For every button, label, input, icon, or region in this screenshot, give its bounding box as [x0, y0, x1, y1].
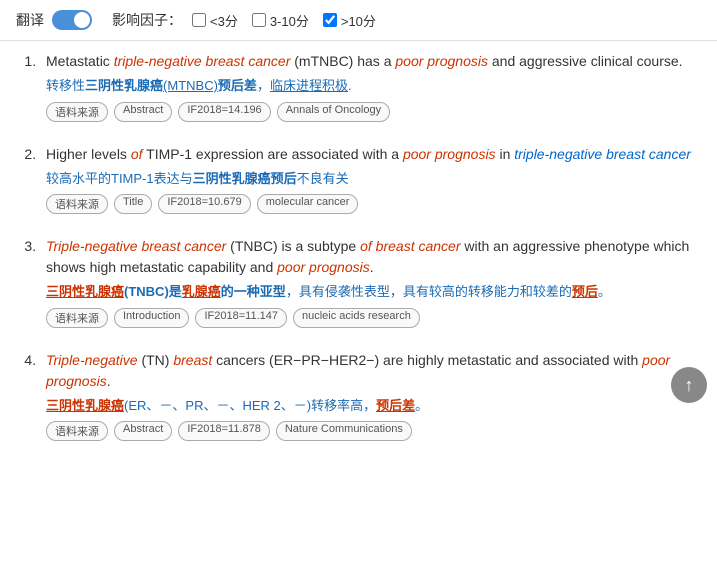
tag-abstract-4: Abstract	[114, 421, 172, 441]
filter-3-10-item: 3-10分	[252, 11, 309, 30]
tag-source-4: 语料来源	[46, 421, 108, 441]
zh-text-2: 较高水平的TIMP-1表达与三阴性乳腺癌预后不良有关	[46, 169, 701, 189]
tag-journal-3: nucleic acids research	[293, 308, 420, 328]
filter-lt3-label[interactable]: <3分	[210, 11, 238, 30]
result-content-4: Triple-negative (TN) breast cancers (ER−…	[46, 350, 701, 442]
result-item-2: Higher levels of TIMP-1 expression are a…	[40, 144, 701, 215]
scroll-top-icon: ↑	[685, 375, 694, 396]
scroll-top-button[interactable]: ↑	[671, 367, 707, 403]
highlight-prognosis-4: poor prognosis	[46, 352, 670, 389]
tag-journal-2: molecular cancer	[257, 194, 359, 214]
tag-source-2: 语料来源	[46, 194, 108, 214]
zh-highlight-4a: 三阴性乳腺癌	[46, 398, 124, 413]
tag-if-4: IF2018=11.878	[178, 421, 270, 441]
result-item-3: Triple-negative breast cancer (TNBC) is …	[40, 236, 701, 328]
zh-highlight-3a: 三阴性乳腺癌	[46, 284, 124, 299]
filter-gt10-checkbox[interactable]	[323, 13, 337, 27]
zh-highlight-4b: 预后差	[376, 398, 415, 413]
translate-section: 翻译	[16, 10, 92, 30]
toggle-thumb	[74, 12, 90, 28]
zh-highlight-1d: 临床进程积极	[270, 78, 348, 93]
influence-label: 影响因子：	[112, 10, 182, 30]
zh-text-3: 三阴性乳腺癌(TNBC)是乳腺癌的一种亚型，具有侵袭性表型，具有较高的转移能力和…	[46, 282, 701, 302]
result-item-4: Triple-negative (TN) breast cancers (ER−…	[40, 350, 701, 442]
en-text-1: Metastatic triple-negative breast cancer…	[46, 51, 701, 72]
tags-1: 语料来源 Abstract IF2018=14.196 Annals of On…	[46, 102, 701, 122]
filter-section: 影响因子： <3分 3-10分 >10分	[112, 10, 384, 30]
highlight-tnbc-3: Triple-negative breast cancer	[46, 238, 226, 254]
zh-highlight-1a: 三阴性乳腺癌	[85, 78, 163, 93]
zh-highlight-3b: (TNBC)是乳腺癌的一种亚型	[124, 284, 286, 299]
highlight-prognosis-1: poor prognosis	[395, 53, 488, 69]
zh-highlight-1b: (MTNBC)	[163, 78, 218, 93]
filter-3-10-checkbox[interactable]	[252, 13, 266, 27]
filter-lt3-item: <3分	[192, 11, 238, 30]
highlight-of-2: of	[131, 146, 143, 162]
translate-toggle[interactable]	[52, 10, 92, 30]
filter-lt3-checkbox[interactable]	[192, 13, 206, 27]
highlight-tnbc-2: triple-negative breast cancer	[514, 146, 691, 162]
toolbar: 翻译 影响因子： <3分 3-10分 >10分	[0, 0, 717, 41]
results-list: Metastatic triple-negative breast cancer…	[0, 41, 717, 483]
zh-highlight-1c: 预后差	[218, 78, 257, 93]
highlight-breast-4: breast	[173, 352, 212, 368]
tag-if-3: IF2018=11.147	[195, 308, 287, 328]
zh-text-1: 转移性三阴性乳腺癌(MTNBC)预后差，临床进程积极.	[46, 76, 701, 96]
highlight-of-3: of breast cancer	[360, 238, 460, 254]
tag-abstract-1: Abstract	[114, 102, 172, 122]
tag-source-3: 语料来源	[46, 308, 108, 328]
filter-gt10-item: >10分	[323, 11, 376, 30]
tag-title-2: Title	[114, 194, 152, 214]
zh-text-4: 三阴性乳腺癌(ER、－、PR、－、HER 2、－)转移率高，预后差。	[46, 396, 701, 416]
en-text-4: Triple-negative (TN) breast cancers (ER−…	[46, 350, 701, 392]
zh-highlight-3d: 预后	[572, 284, 598, 299]
en-text-2: Higher levels of TIMP-1 expression are a…	[46, 144, 701, 165]
zh-highlight-2a: 三阴性乳腺癌预后	[193, 171, 297, 186]
tag-if-1: IF2018=14.196	[178, 102, 270, 122]
highlight-prognosis-2: poor prognosis	[403, 146, 496, 162]
en-text-3: Triple-negative breast cancer (TNBC) is …	[46, 236, 701, 278]
toggle-track[interactable]	[52, 10, 92, 30]
result-content-1: Metastatic triple-negative breast cancer…	[46, 51, 701, 122]
tags-2: 语料来源 Title IF2018=10.679 molecular cance…	[46, 194, 701, 214]
tag-intro-3: Introduction	[114, 308, 189, 328]
tag-journal-4: Nature Communications	[276, 421, 412, 441]
highlight-tn-4: Triple-negative	[46, 352, 138, 368]
highlight-tnbc-1: triple-negative breast cancer	[114, 53, 291, 69]
tag-journal-1: Annals of Oncology	[277, 102, 390, 122]
translate-label: 翻译	[16, 10, 44, 30]
zh-highlight-3c: 乳腺癌	[182, 284, 221, 299]
result-item-1: Metastatic triple-negative breast cancer…	[40, 51, 701, 122]
result-content-2: Higher levels of TIMP-1 expression are a…	[46, 144, 701, 215]
highlight-prognosis-3: poor prognosis	[277, 259, 370, 275]
filter-gt10-label[interactable]: >10分	[341, 11, 376, 30]
tag-if-2: IF2018=10.679	[158, 194, 250, 214]
filter-3-10-label[interactable]: 3-10分	[270, 11, 309, 30]
result-content-3: Triple-negative breast cancer (TNBC) is …	[46, 236, 701, 328]
tag-source-1: 语料来源	[46, 102, 108, 122]
tags-3: 语料来源 Introduction IF2018=11.147 nucleic …	[46, 308, 701, 328]
tags-4: 语料来源 Abstract IF2018=11.878 Nature Commu…	[46, 421, 701, 441]
